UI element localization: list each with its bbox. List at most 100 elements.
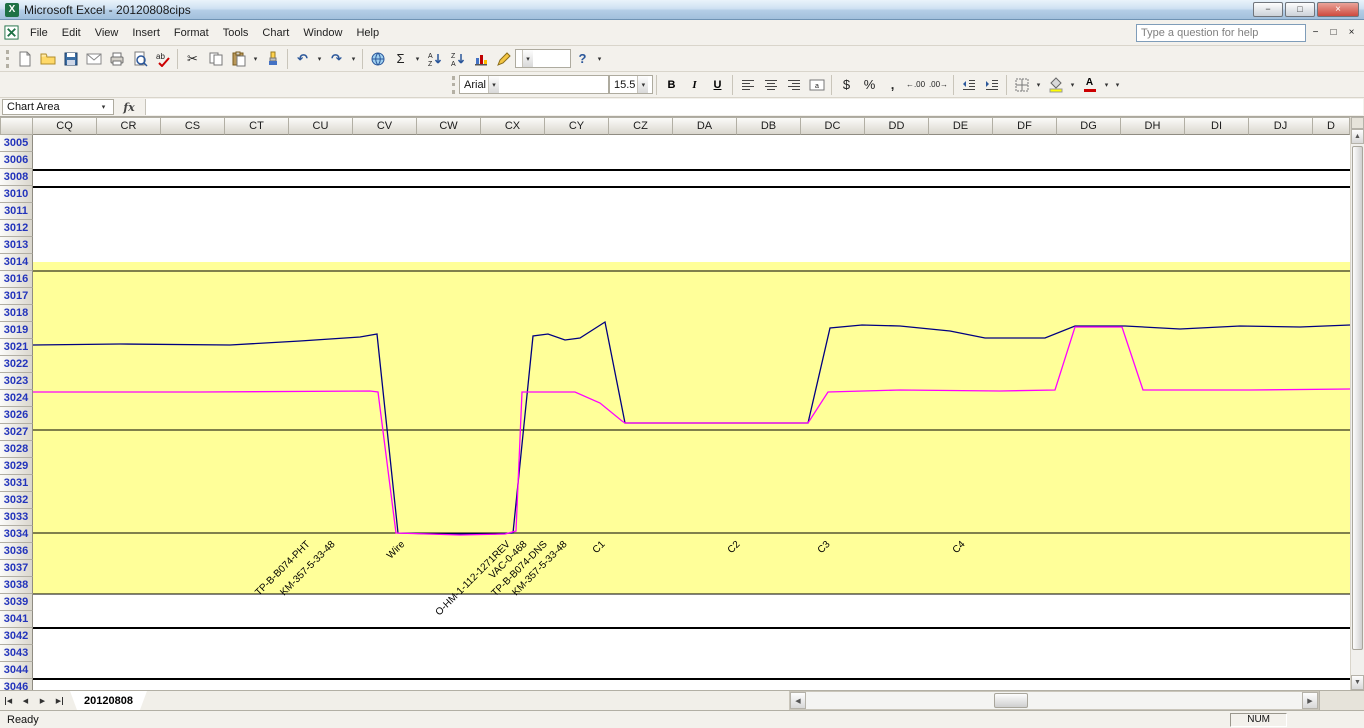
- select-all-corner[interactable]: [0, 117, 33, 135]
- column-header-CW[interactable]: CW: [417, 117, 481, 135]
- font-size-dropdown[interactable]: ▾: [637, 76, 648, 93]
- row-header-3013[interactable]: 3013: [0, 237, 33, 254]
- font-name-combo[interactable]: Arial▾: [459, 75, 609, 94]
- save-button[interactable]: [59, 49, 82, 69]
- email-button[interactable]: [82, 49, 105, 69]
- cut-button[interactable]: ✂: [181, 49, 204, 69]
- horizontal-scrollbar[interactable]: ◀ ▶: [789, 691, 1319, 710]
- row-header-3021[interactable]: 3021: [0, 339, 33, 356]
- row-header-3022[interactable]: 3022: [0, 356, 33, 373]
- italic-button[interactable]: I: [683, 75, 706, 95]
- row-header-3008[interactable]: 3008: [0, 169, 33, 186]
- borders-dropdown[interactable]: ▾: [1033, 75, 1044, 95]
- row-header-3006[interactable]: 3006: [0, 152, 33, 169]
- font-name-dropdown[interactable]: ▾: [488, 76, 499, 93]
- column-header-CS[interactable]: CS: [161, 117, 225, 135]
- decrease-decimal-button[interactable]: .00→: [927, 75, 950, 95]
- toolbar-grip[interactable]: [6, 50, 9, 68]
- previous-sheet-button[interactable]: ◀: [17, 691, 34, 710]
- scroll-right-button[interactable]: ▶: [1302, 692, 1318, 709]
- column-header-DF[interactable]: DF: [993, 117, 1057, 135]
- row-header-3018[interactable]: 3018: [0, 305, 33, 322]
- column-header-CV[interactable]: CV: [353, 117, 417, 135]
- column-header-CX[interactable]: CX: [481, 117, 545, 135]
- column-header-DE[interactable]: DE: [929, 117, 993, 135]
- row-header-3046[interactable]: 3046: [0, 679, 33, 690]
- column-header-DA[interactable]: DA: [673, 117, 737, 135]
- column-header-CQ[interactable]: CQ: [33, 117, 97, 135]
- scroll-left-button[interactable]: ◀: [790, 692, 806, 709]
- standard-toolbar-options[interactable]: ▾: [594, 49, 605, 69]
- column-header-DH[interactable]: DH: [1121, 117, 1185, 135]
- help-button[interactable]: ?: [571, 49, 594, 69]
- spelling-button[interactable]: ab: [151, 49, 174, 69]
- print-preview-button[interactable]: [128, 49, 151, 69]
- undo-dropdown[interactable]: ▾: [314, 49, 325, 69]
- row-header-3044[interactable]: 3044: [0, 662, 33, 679]
- row-header-3042[interactable]: 3042: [0, 628, 33, 645]
- row-header-3014[interactable]: 3014: [0, 254, 33, 271]
- menu-format[interactable]: Format: [167, 23, 216, 43]
- autosum-button[interactable]: Σ: [389, 49, 412, 69]
- workbook-close-button[interactable]: ×: [1343, 27, 1360, 38]
- font-color-button[interactable]: A: [1078, 75, 1101, 95]
- menu-help[interactable]: Help: [349, 23, 386, 43]
- vertical-scroll-thumb[interactable]: [1352, 146, 1363, 650]
- workbook-minimize-button[interactable]: −: [1307, 27, 1324, 38]
- align-right-button[interactable]: [782, 75, 805, 95]
- row-header-3019[interactable]: 3019: [0, 322, 33, 339]
- increase-indent-button[interactable]: [980, 75, 1003, 95]
- fill-color-dropdown[interactable]: ▾: [1067, 75, 1078, 95]
- redo-dropdown[interactable]: ▾: [348, 49, 359, 69]
- zoom-dropdown[interactable]: ▾: [522, 50, 533, 67]
- sort-ascending-button[interactable]: AZ: [423, 49, 446, 69]
- column-header-CY[interactable]: CY: [545, 117, 609, 135]
- row-header-3038[interactable]: 3038: [0, 577, 33, 594]
- fill-color-button[interactable]: [1044, 75, 1067, 95]
- autosum-dropdown[interactable]: ▾: [412, 49, 423, 69]
- drawing-button[interactable]: [492, 49, 515, 69]
- name-box-dropdown[interactable]: ▾: [98, 97, 109, 117]
- column-header-CR[interactable]: CR: [97, 117, 161, 135]
- column-header-DJ[interactable]: DJ: [1249, 117, 1313, 135]
- bold-button[interactable]: B: [660, 75, 683, 95]
- row-header-3037[interactable]: 3037: [0, 560, 33, 577]
- borders-button[interactable]: [1010, 75, 1033, 95]
- row-header-3041[interactable]: 3041: [0, 611, 33, 628]
- row-header-3034[interactable]: 3034: [0, 526, 33, 543]
- merge-center-button[interactable]: a: [805, 75, 828, 95]
- first-sheet-button[interactable]: ◀: [0, 691, 17, 710]
- currency-button[interactable]: $: [835, 75, 858, 95]
- copy-button[interactable]: [204, 49, 227, 69]
- formula-input[interactable]: [145, 99, 1363, 115]
- sheet-tab-20120808[interactable]: 20120808: [70, 691, 147, 710]
- column-header-DI[interactable]: DI: [1185, 117, 1249, 135]
- column-header-CU[interactable]: CU: [289, 117, 353, 135]
- new-button[interactable]: [13, 49, 36, 69]
- column-header-DC[interactable]: DC: [801, 117, 865, 135]
- align-left-button[interactable]: [736, 75, 759, 95]
- last-sheet-button[interactable]: ▶: [51, 691, 68, 710]
- column-header-CT[interactable]: CT: [225, 117, 289, 135]
- horizontal-scroll-track[interactable]: [806, 692, 1302, 709]
- column-header-CZ[interactable]: CZ: [609, 117, 673, 135]
- row-header-3011[interactable]: 3011: [0, 203, 33, 220]
- zoom-combo[interactable]: ▾: [515, 49, 571, 68]
- open-button[interactable]: [36, 49, 59, 69]
- row-header-3032[interactable]: 3032: [0, 492, 33, 509]
- format-painter-button[interactable]: [261, 49, 284, 69]
- scroll-down-button[interactable]: ▼: [1351, 675, 1364, 690]
- percent-style-button[interactable]: %: [858, 75, 881, 95]
- column-header-D[interactable]: D: [1313, 117, 1350, 135]
- vertical-split-handle[interactable]: [1351, 117, 1364, 129]
- formatting-toolbar-grip[interactable]: [452, 76, 455, 94]
- row-header-3028[interactable]: 3028: [0, 441, 33, 458]
- undo-button[interactable]: ↶: [291, 49, 314, 69]
- row-header-3026[interactable]: 3026: [0, 407, 33, 424]
- menu-view[interactable]: View: [88, 23, 126, 43]
- row-header-3005[interactable]: 3005: [0, 135, 33, 152]
- print-button[interactable]: [105, 49, 128, 69]
- row-header-3039[interactable]: 3039: [0, 594, 33, 611]
- row-header-3017[interactable]: 3017: [0, 288, 33, 305]
- chart-wizard-button[interactable]: [469, 49, 492, 69]
